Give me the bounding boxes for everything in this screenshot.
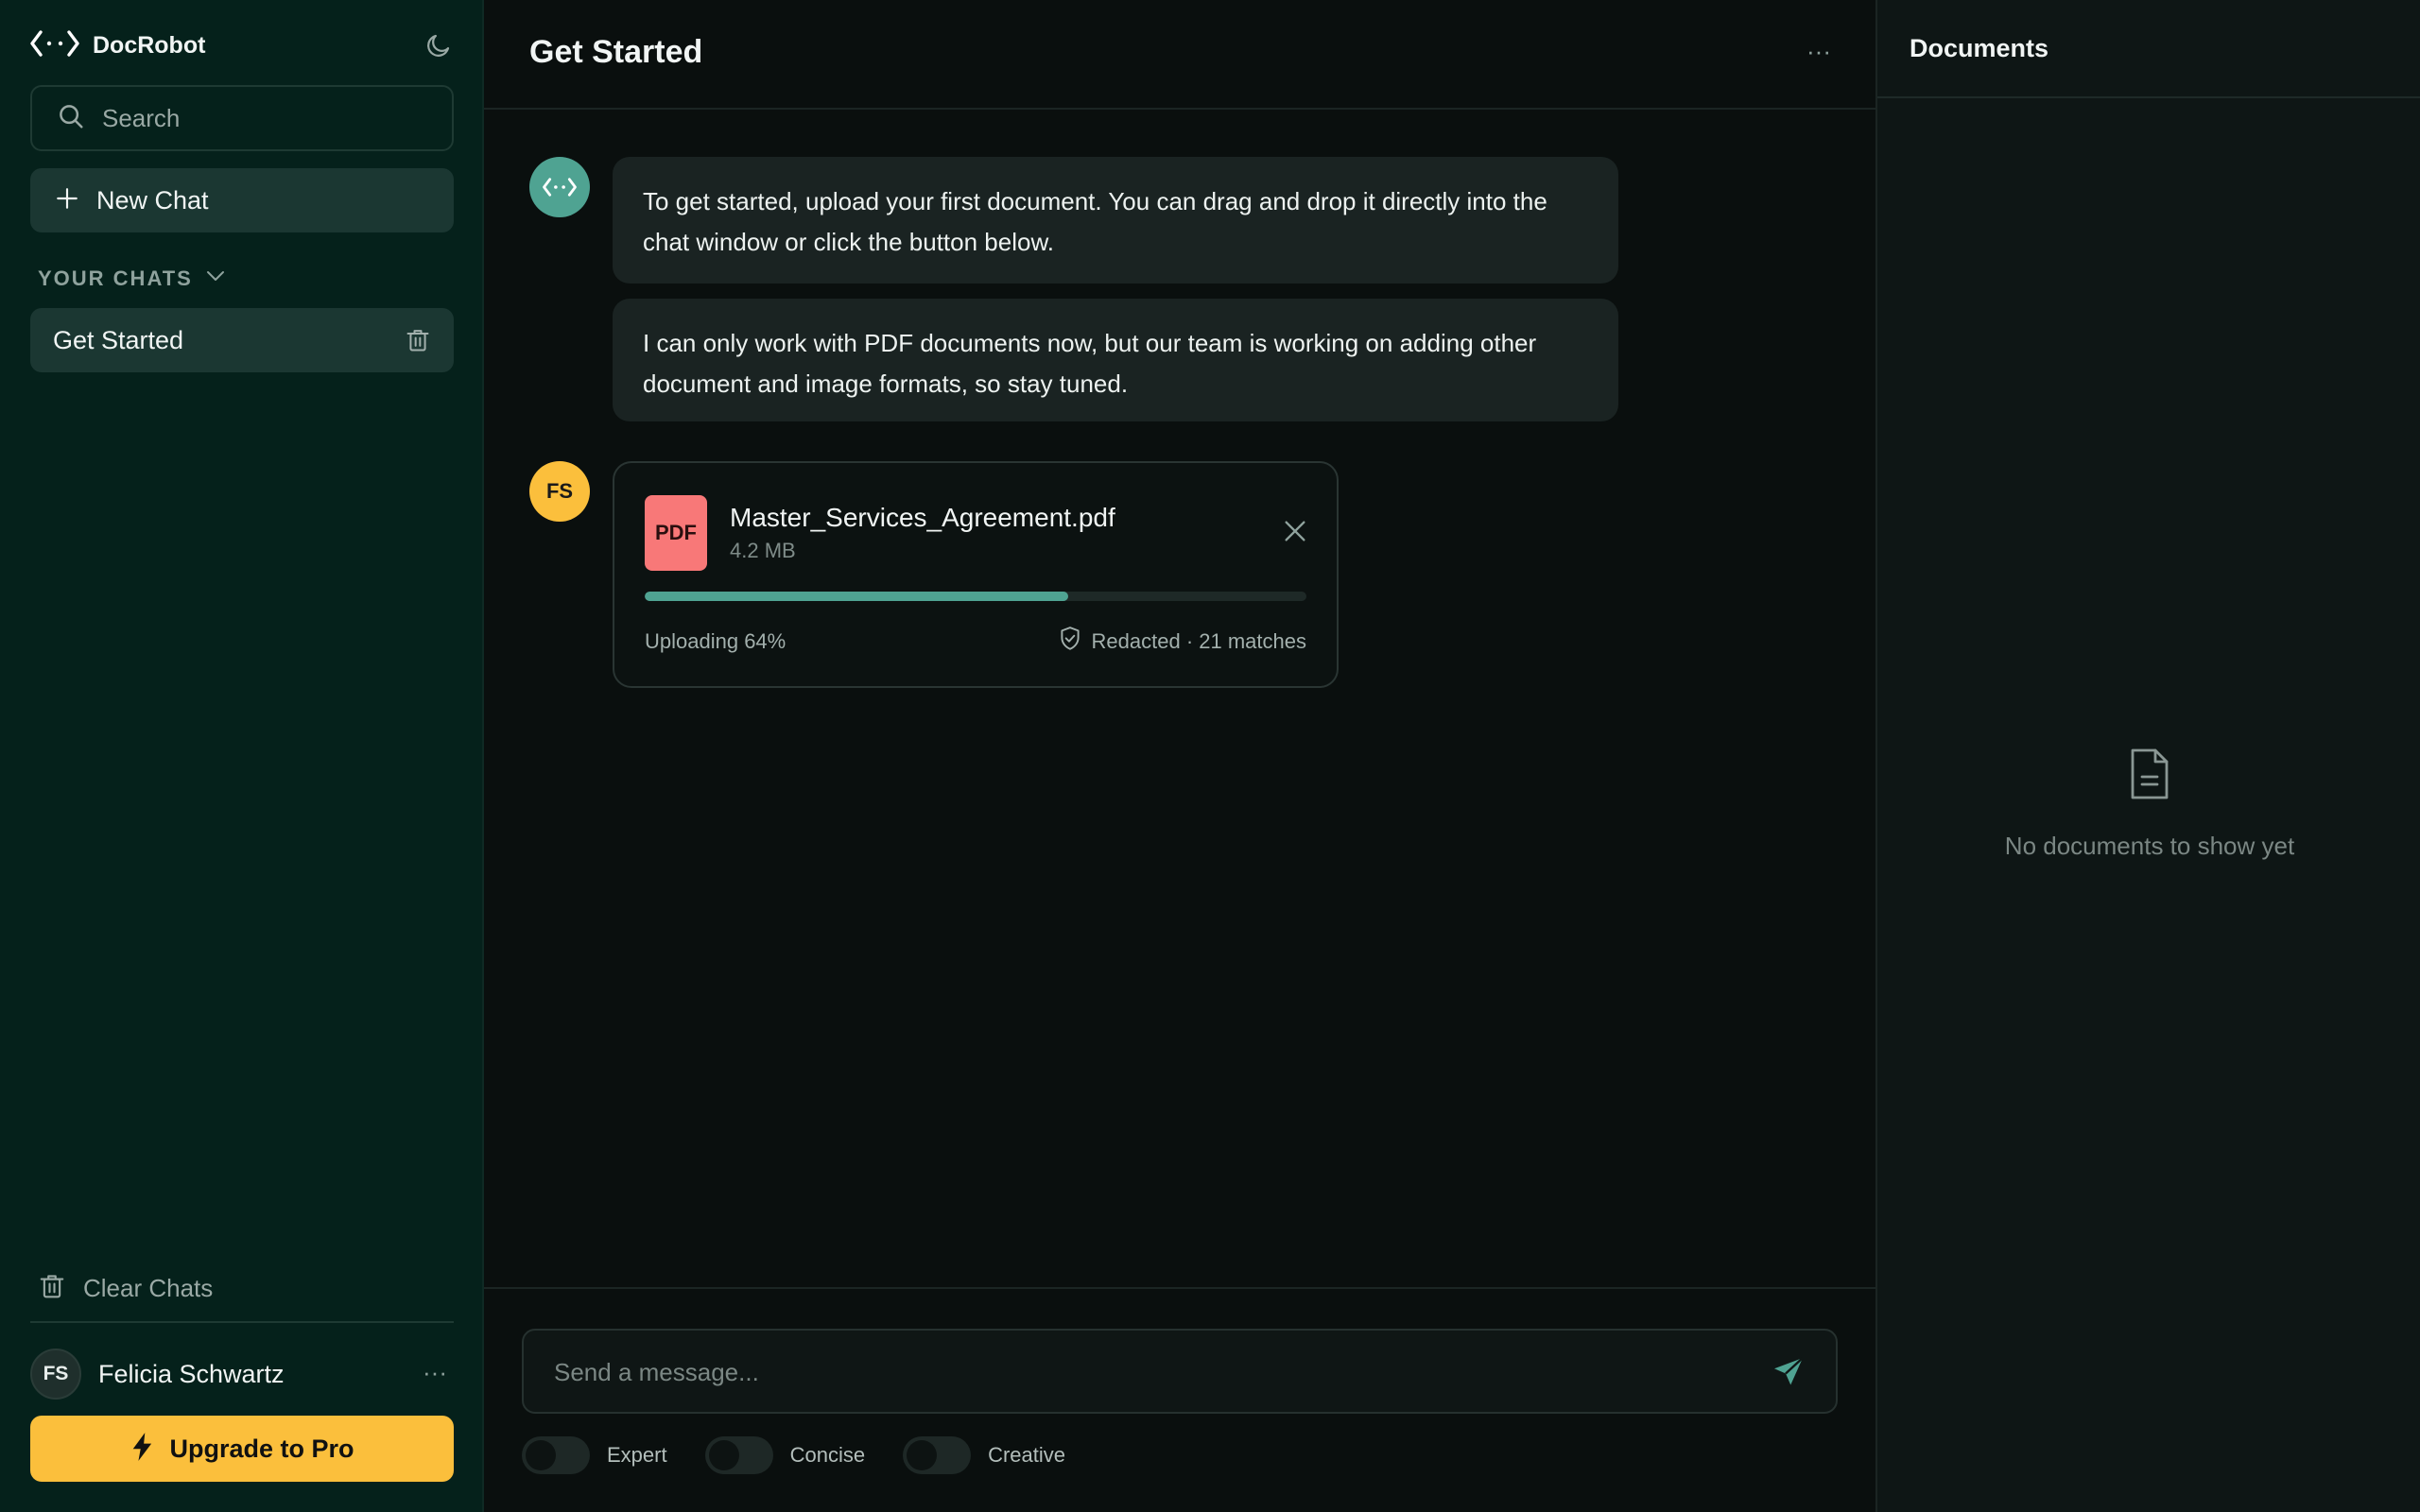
chat-header: Get Started ···: [484, 0, 1876, 110]
shield-check-icon: [1058, 626, 1092, 658]
toggle-label: Concise: [789, 1443, 866, 1467]
delete-chat-trash-icon[interactable]: [405, 327, 431, 353]
toggle-knob: [526, 1440, 556, 1470]
your-chats-label: YOUR CHATS: [38, 266, 193, 290]
mode-toggles: Expert Concise Creative: [522, 1436, 1103, 1474]
brand[interactable]: DocRobot: [30, 28, 205, 62]
pdf-file-icon: PDF: [645, 495, 707, 571]
send-icon[interactable]: [1772, 1355, 1809, 1393]
toggle-switch[interactable]: [903, 1436, 972, 1474]
chat-item-get-started[interactable]: Get Started: [30, 308, 454, 372]
upload-progress-bar: [645, 592, 1306, 601]
toggle-switch[interactable]: [522, 1436, 590, 1474]
toggle-knob: [907, 1440, 938, 1470]
theme-toggle-moon-icon[interactable]: [422, 28, 456, 62]
app-name: DocRobot: [93, 31, 206, 59]
plus-icon: [55, 186, 79, 215]
message-input[interactable]: [554, 1355, 1726, 1389]
toggle-label: Creative: [988, 1443, 1065, 1467]
trash-icon: [38, 1272, 66, 1305]
search-input[interactable]: [102, 103, 442, 133]
chat-main: Get Started ··· To get started, upload y…: [484, 0, 1876, 1512]
documents-panel: Documents No documents to show yet: [1876, 0, 2420, 1512]
redaction-label: Redacted · 21 matches: [1091, 629, 1306, 653]
file-size: 4.2 MB: [730, 539, 796, 562]
documents-empty-text: No documents to show yet: [2004, 832, 2295, 860]
bot-logo-icon: [543, 178, 577, 197]
new-chat-button[interactable]: New Chat: [30, 168, 454, 232]
user-name: Felicia Schwartz: [98, 1359, 285, 1388]
redaction-status: Redacted · 21 matches: [1058, 626, 1306, 658]
toggle-label: Expert: [607, 1443, 667, 1467]
toggle-switch[interactable]: [704, 1436, 773, 1474]
expert-toggle[interactable]: Expert: [522, 1436, 667, 1474]
new-chat-label: New Chat: [96, 185, 209, 215]
avatar: FS: [30, 1349, 81, 1400]
page-title: Get Started: [529, 34, 703, 70]
sidebar-divider: [30, 1321, 454, 1323]
upload-progress-fill: [645, 592, 1068, 601]
bot-avatar: [529, 157, 590, 217]
search-box[interactable]: [30, 85, 454, 151]
document-icon: [2127, 747, 2172, 801]
toggle-knob: [708, 1440, 739, 1470]
bot-message: I can only work with PDF documents now, …: [613, 299, 1618, 421]
documents-header: Documents: [1877, 0, 2420, 98]
upgrade-button[interactable]: Upgrade to Pro: [30, 1416, 454, 1482]
chat-item-label: Get Started: [53, 325, 184, 354]
file-name: Master_Services_Agreement.pdf: [730, 503, 1115, 532]
your-chats-toggle[interactable]: YOUR CHATS: [38, 265, 227, 293]
documents-title: Documents: [1910, 34, 2049, 62]
chevron-down-icon: [193, 265, 227, 293]
file-upload-card: PDF Master_Services_Agreement.pdf 4.2 MB…: [613, 461, 1339, 688]
app-window: DocRobot New Chat: [0, 0, 2420, 1512]
docrobot-logo-icon: [30, 28, 79, 63]
more-options-icon[interactable]: ···: [1800, 34, 1838, 72]
concise-toggle[interactable]: Concise: [704, 1436, 866, 1474]
clear-chats-button[interactable]: Clear Chats: [38, 1272, 213, 1305]
clear-chats-label: Clear Chats: [83, 1274, 214, 1302]
user-profile[interactable]: FS Felicia Schwartz ···: [30, 1348, 454, 1400]
sidebar: DocRobot New Chat: [0, 0, 484, 1512]
lightning-icon: [130, 1432, 156, 1467]
composer-divider: [484, 1287, 1876, 1289]
user-more-icon[interactable]: ···: [416, 1355, 454, 1393]
creative-toggle[interactable]: Creative: [903, 1436, 1065, 1474]
bot-message: To get started, upload your first docume…: [613, 157, 1618, 284]
user-message-avatar: FS: [529, 461, 590, 522]
message-composer: [522, 1329, 1838, 1414]
cancel-upload-close-icon[interactable]: [1280, 516, 1310, 546]
upload-status: Uploading 64%: [645, 629, 786, 653]
search-icon: [57, 102, 85, 135]
upgrade-label: Upgrade to Pro: [169, 1434, 354, 1463]
